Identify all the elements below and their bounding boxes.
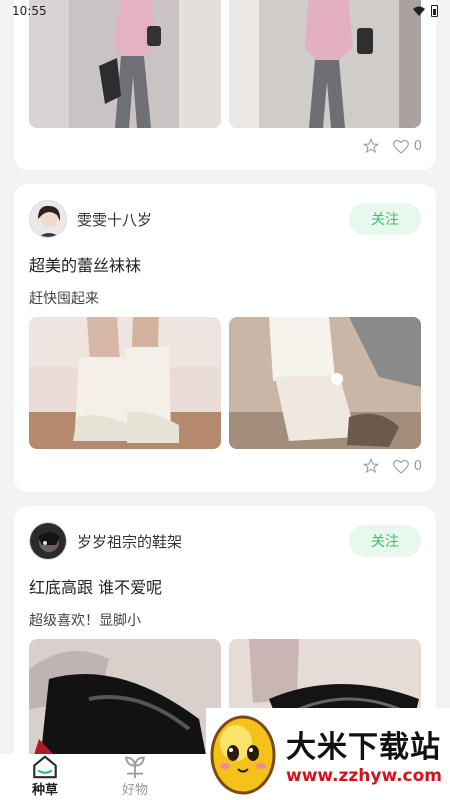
post-description: 超级喜欢！显脚小 bbox=[29, 613, 141, 629]
post-card[interactable]: 雯雯十八岁 关注 超美的蕾丝袜袜 赶快囤起来 0 bbox=[14, 184, 436, 492]
avatar[interactable] bbox=[29, 200, 67, 238]
watermark-url: www.zzhyw.com bbox=[286, 766, 443, 786]
heart-icon bbox=[392, 459, 409, 474]
author-name[interactable]: 岁岁祖宗的鞋架 bbox=[77, 531, 182, 552]
favorite-button[interactable] bbox=[362, 458, 379, 474]
author-row: 岁岁祖宗的鞋架 关注 bbox=[29, 521, 421, 561]
watermark-text: 大米下载站 www.zzhyw.com bbox=[286, 722, 442, 786]
nav-item-haowu[interactable]: 好物 bbox=[90, 754, 180, 800]
status-time: 10:55 bbox=[12, 4, 47, 18]
watermark: 大米下载站 www.zzhyw.com bbox=[206, 708, 450, 800]
post-actions: 0 bbox=[362, 458, 422, 474]
like-button[interactable]: 0 bbox=[392, 458, 422, 474]
like-button[interactable]: 0 bbox=[392, 138, 422, 154]
battery-icon bbox=[431, 5, 438, 17]
watermark-brand: 大米下载站 bbox=[286, 730, 441, 765]
rice-mascot-logo bbox=[210, 715, 276, 795]
follow-button[interactable]: 关注 bbox=[349, 525, 421, 557]
post-image[interactable] bbox=[229, 317, 421, 449]
author-name[interactable]: 雯雯十八岁 bbox=[77, 209, 152, 230]
post-title[interactable]: 超美的蕾丝袜袜 bbox=[29, 252, 141, 276]
post-description: 赶快囤起来 bbox=[29, 291, 99, 307]
home-icon bbox=[33, 755, 57, 779]
like-count: 0 bbox=[413, 138, 422, 154]
post-actions: 0 bbox=[362, 138, 422, 154]
avatar[interactable] bbox=[29, 522, 67, 560]
nav-item-zhongcao[interactable]: 种草 bbox=[0, 754, 90, 800]
post-images bbox=[29, 317, 421, 449]
post-title[interactable]: 红底高跟 谁不爱呢 bbox=[29, 574, 162, 598]
sprout-icon bbox=[125, 756, 145, 779]
favorite-button[interactable] bbox=[362, 138, 379, 154]
heart-icon bbox=[392, 139, 409, 154]
like-count: 0 bbox=[413, 458, 422, 474]
post-image[interactable] bbox=[29, 317, 221, 449]
star-icon bbox=[362, 458, 379, 474]
status-icons bbox=[413, 5, 438, 17]
wifi-icon bbox=[413, 6, 425, 16]
post-image[interactable] bbox=[29, 639, 221, 771]
post-card[interactable]: 0 bbox=[14, 0, 436, 170]
status-bar: 10:55 bbox=[0, 0, 450, 22]
nav-label: 好物 bbox=[121, 783, 148, 798]
nav-label: 种草 bbox=[31, 783, 58, 798]
follow-button[interactable]: 关注 bbox=[349, 203, 421, 235]
author-row: 雯雯十八岁 关注 bbox=[29, 199, 421, 239]
star-icon bbox=[362, 138, 379, 154]
